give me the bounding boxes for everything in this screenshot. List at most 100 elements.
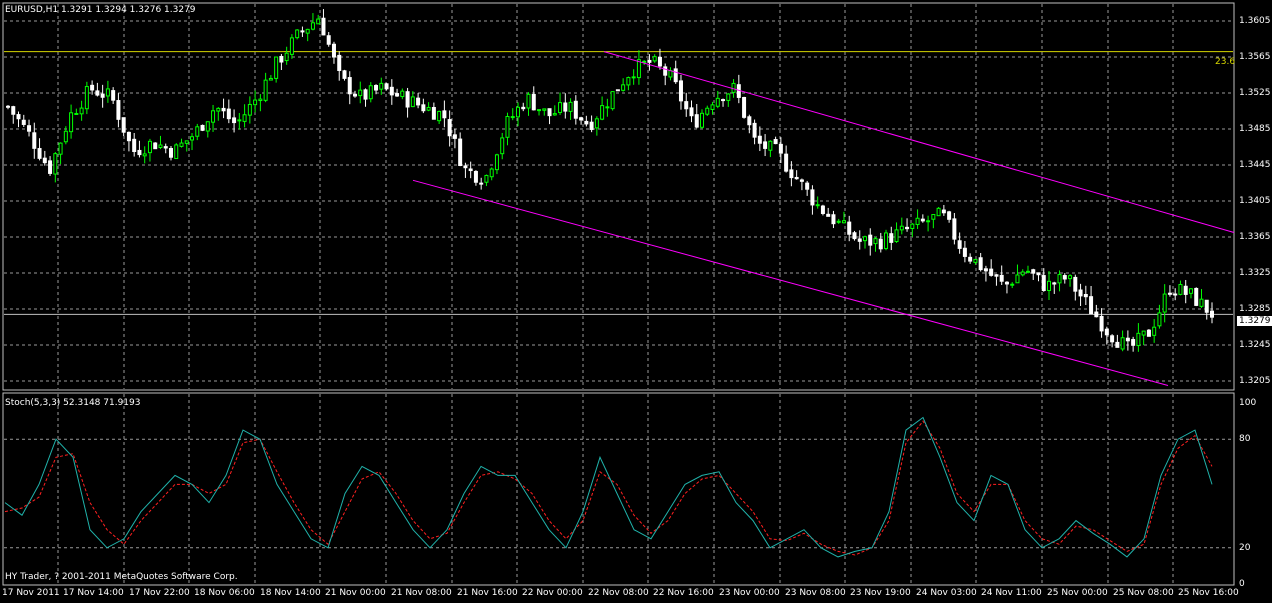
candle-body: [799, 179, 804, 182]
candle-body: [1089, 296, 1094, 315]
candle-body: [42, 157, 47, 164]
candle-body: [721, 99, 726, 102]
candle-body: [715, 97, 720, 107]
candle-body: [142, 153, 147, 157]
candle-body: [410, 96, 415, 108]
candle-body: [484, 174, 489, 183]
candle-body: [568, 101, 573, 112]
candle-body: [216, 107, 221, 112]
candle-body: [163, 146, 168, 149]
candle-body: [48, 160, 53, 174]
candle-body: [631, 76, 636, 79]
candle-body: [1094, 311, 1099, 318]
candle-body: [747, 116, 752, 126]
candle-body: [752, 122, 757, 138]
candle-body: [326, 35, 331, 45]
price-tick-label: 1.3365: [1239, 232, 1271, 242]
candle-body: [1157, 312, 1162, 327]
stoch-tick-label: 80: [1239, 434, 1251, 445]
candle-body: [820, 205, 825, 214]
candle-body: [400, 90, 405, 98]
candle-body: [247, 103, 252, 116]
candle-body: [1136, 332, 1141, 347]
candle-body: [147, 140, 152, 154]
candle-body: [1052, 282, 1057, 285]
candle-body: [84, 86, 89, 110]
candle-body: [405, 91, 410, 108]
price-tick-label: 1.3405: [1239, 196, 1271, 206]
candle-body: [1183, 285, 1188, 295]
candle-body: [1115, 341, 1120, 348]
price-tick-label: 1.3325: [1239, 268, 1271, 278]
candle-body: [437, 110, 442, 122]
candle-body: [1104, 328, 1109, 336]
candle-body: [342, 70, 347, 79]
candle-body: [11, 106, 16, 115]
candle-body: [700, 112, 705, 128]
candle-body: [826, 213, 831, 217]
candle-body: [174, 144, 179, 160]
time-tick-label: 21 Nov 00:00: [325, 588, 386, 598]
candle-body: [947, 211, 952, 220]
candle-body: [857, 238, 862, 242]
candle-body: [600, 105, 605, 120]
candle-body: [873, 238, 878, 245]
candle-body: [936, 207, 941, 217]
candle-body: [657, 56, 662, 67]
candle-body: [395, 93, 400, 97]
candle-body: [37, 148, 42, 159]
candle-body: [1131, 339, 1136, 346]
candle-body: [794, 176, 799, 180]
candle-body: [952, 218, 957, 240]
candle-body: [1125, 337, 1130, 342]
candle-body: [1204, 299, 1209, 313]
candle-body: [862, 236, 867, 242]
candle-body: [962, 247, 967, 257]
candle-body: [463, 165, 468, 169]
candle-body: [710, 104, 715, 110]
candle-body: [831, 214, 836, 225]
candle-body: [6, 105, 10, 108]
candle-body: [642, 60, 647, 63]
oscillator-header: Stoch(5,3,3) 52.3148 71.9193: [5, 398, 141, 408]
candle-body: [668, 70, 673, 78]
price-tick-label: 1.3445: [1239, 160, 1271, 170]
candle-body: [447, 119, 452, 137]
candle-body: [920, 218, 925, 222]
candle-body: [200, 124, 205, 131]
candle-body: [841, 220, 846, 224]
candle-body: [1162, 293, 1167, 313]
candle-body: [515, 106, 520, 118]
candle-body: [1188, 288, 1193, 294]
main-pane-frame: [2, 2, 1235, 391]
candle-body: [1120, 337, 1125, 350]
candle-body: [211, 110, 216, 123]
candle-body: [889, 233, 894, 243]
candle-body: [310, 22, 315, 30]
candle-body: [931, 214, 936, 220]
candle-body: [726, 93, 731, 101]
candle-body: [1068, 275, 1073, 280]
candle-body: [689, 107, 694, 117]
candle-body: [878, 238, 883, 250]
candle-body: [116, 100, 121, 120]
candle-body: [615, 89, 620, 92]
candle-body: [694, 114, 699, 128]
time-tick-label: 17 Nov 22:00: [129, 588, 190, 598]
candle-body: [510, 116, 515, 119]
candle-body: [1083, 293, 1088, 298]
candle-body: [1025, 270, 1030, 273]
candle-body: [468, 168, 473, 172]
candle-body: [374, 84, 379, 91]
candle-body: [610, 91, 615, 110]
candle-body: [237, 119, 242, 122]
candle-body: [605, 106, 610, 109]
candle-body: [542, 108, 547, 111]
candle-body: [894, 229, 899, 243]
candle-body: [847, 221, 852, 235]
candle-body: [968, 256, 973, 262]
candle-body: [274, 56, 279, 79]
candle-body: [58, 142, 63, 155]
candle-body: [1110, 335, 1115, 343]
candle-body: [21, 119, 26, 125]
